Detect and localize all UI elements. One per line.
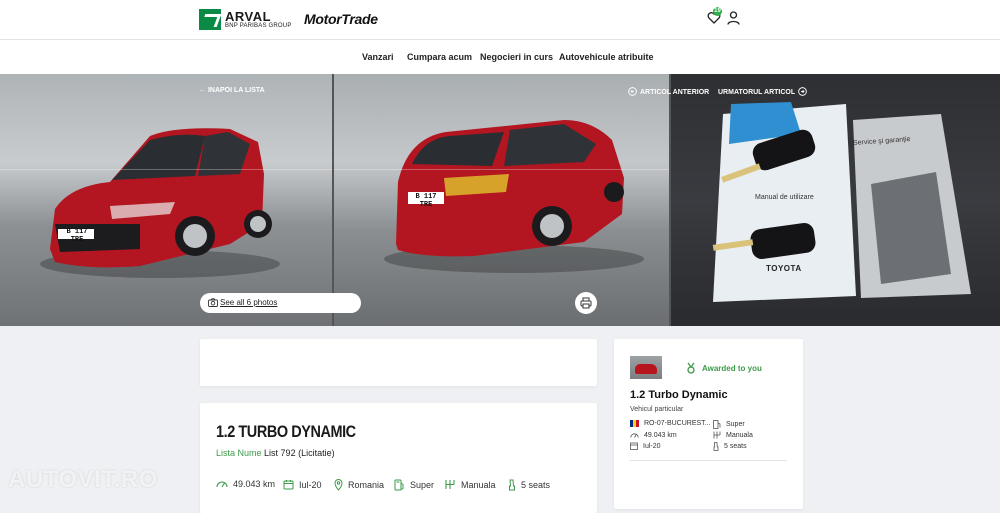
gallery-photo-rear[interactable]: B 117 TRE [334,74,669,326]
arval-logo-icon [199,9,221,30]
awarded-status: Awarded to you [686,362,762,374]
listing-details-card: 1.2 TURBO DYNAMIC Lista Nume List 792 (L… [200,403,597,513]
toyota-label: TOYOTA [766,264,802,273]
side-spec-fuel: Super [713,420,745,429]
vehicle-type: Vehicul particular [630,406,684,413]
front-license-plate: B 117 TRE [66,228,88,244]
vehicle-thumbnail[interactable] [630,356,662,379]
nav-item-cumpara-acum[interactable]: Cumpara acum [407,52,472,62]
award-medal-icon [687,362,695,374]
print-button[interactable] [575,292,597,314]
keys-and-manuals-image [712,102,971,302]
nav-item-vanzari[interactable]: Vanzari [362,52,394,62]
gearbox-icon [445,480,455,489]
motortrade-logo[interactable]: MotorTrade [304,11,378,27]
list-info: Lista Nume List 792 (Licitatie) [216,448,335,458]
fuel-pump-icon [713,420,721,429]
top-bar: ARVAL BNP PARIBAS GROUP MotorTrade 19 [0,0,1000,40]
arval-logo-subtext: BNP PARIBAS GROUP [225,23,292,29]
awarded-vehicle-card: Awarded to you 1.2 Turbo Dynamic Vehicul… [614,339,803,509]
list-name-value: List 792 (Licitatie) [264,448,335,458]
car-front-image [40,128,280,278]
spec-date: Iul-20 [283,479,322,490]
vehicle-title: 1.2 Turbo Dynamic [630,389,728,401]
next-article-link[interactable]: URMATORUL ARTICOL [718,87,807,96]
printer-icon [580,297,592,309]
photo-gallery[interactable]: B 117 TRE B 117 TRE Manual de utilizare … [0,74,1000,326]
back-to-list-link[interactable]: ← INAPOI LA LISTA [199,87,265,94]
see-all-photos-button[interactable]: See all 6 photos [200,293,361,313]
list-name-label[interactable]: Lista Nume [216,448,262,458]
side-spec-gearbox: Manuala [713,431,753,439]
arval-logo-text: ARVAL [225,9,272,24]
arrow-right-circle-icon [798,87,807,96]
gearbox-icon [713,431,721,439]
calendar-icon [630,442,638,450]
side-spec-date: Iul-20 [630,442,661,450]
calendar-icon [283,480,294,490]
gallery-photo-front[interactable]: B 117 TRE [0,74,332,326]
odometer-icon [216,481,228,488]
side-spec-mileage: 49.043 km [630,431,677,439]
side-spec-seats: 5 seats [713,442,747,451]
rear-license-plate: B 117 TRE [415,193,437,209]
see-all-photos-label: See all 6 photos [220,298,278,307]
listing-title: 1.2 TURBO DYNAMIC [216,422,356,441]
main-nav: Vanzari Cumpara acum Negocieri in curs A… [0,40,1000,74]
autovit-watermark: AUTOVIT.RO [8,466,158,493]
side-spec-location: RO-07-BUCUREST... [630,420,711,427]
nav-item-autovehicule-atribuite[interactable]: Autovehicule atribuite [559,52,654,62]
car-rear-image [384,120,644,273]
location-pin-icon [334,479,343,491]
spec-fuel: Super [394,479,434,491]
previous-article-link[interactable]: ARTICOL ANTERIOR [628,87,709,96]
odometer-icon [630,433,639,438]
arval-logo[interactable]: ARVAL BNP PARIBAS GROUP [199,9,292,30]
arrow-left-circle-icon [628,87,637,96]
fuel-pump-icon [394,479,404,491]
favorites-count-badge: 19 [713,7,722,16]
nav-item-negocieri-in-curs[interactable]: Negocieri in curs [480,52,553,62]
spec-seats: 5 seats [508,479,550,491]
camera-icon [208,298,218,307]
manual-label: Manual de utilizare [755,194,814,201]
info-banner-card [200,339,597,386]
card-divider [630,460,787,461]
seat-icon [713,442,719,451]
romania-flag-icon [630,420,639,427]
seat-icon [509,479,515,491]
spec-mileage: 49.043 km [216,479,275,489]
spec-country: Romania [334,479,384,491]
spec-gearbox: Manuala [444,479,496,490]
gallery-photo-keys[interactable]: Manual de utilizare Service şi garanție … [671,74,1000,326]
user-account-icon[interactable] [727,11,740,25]
